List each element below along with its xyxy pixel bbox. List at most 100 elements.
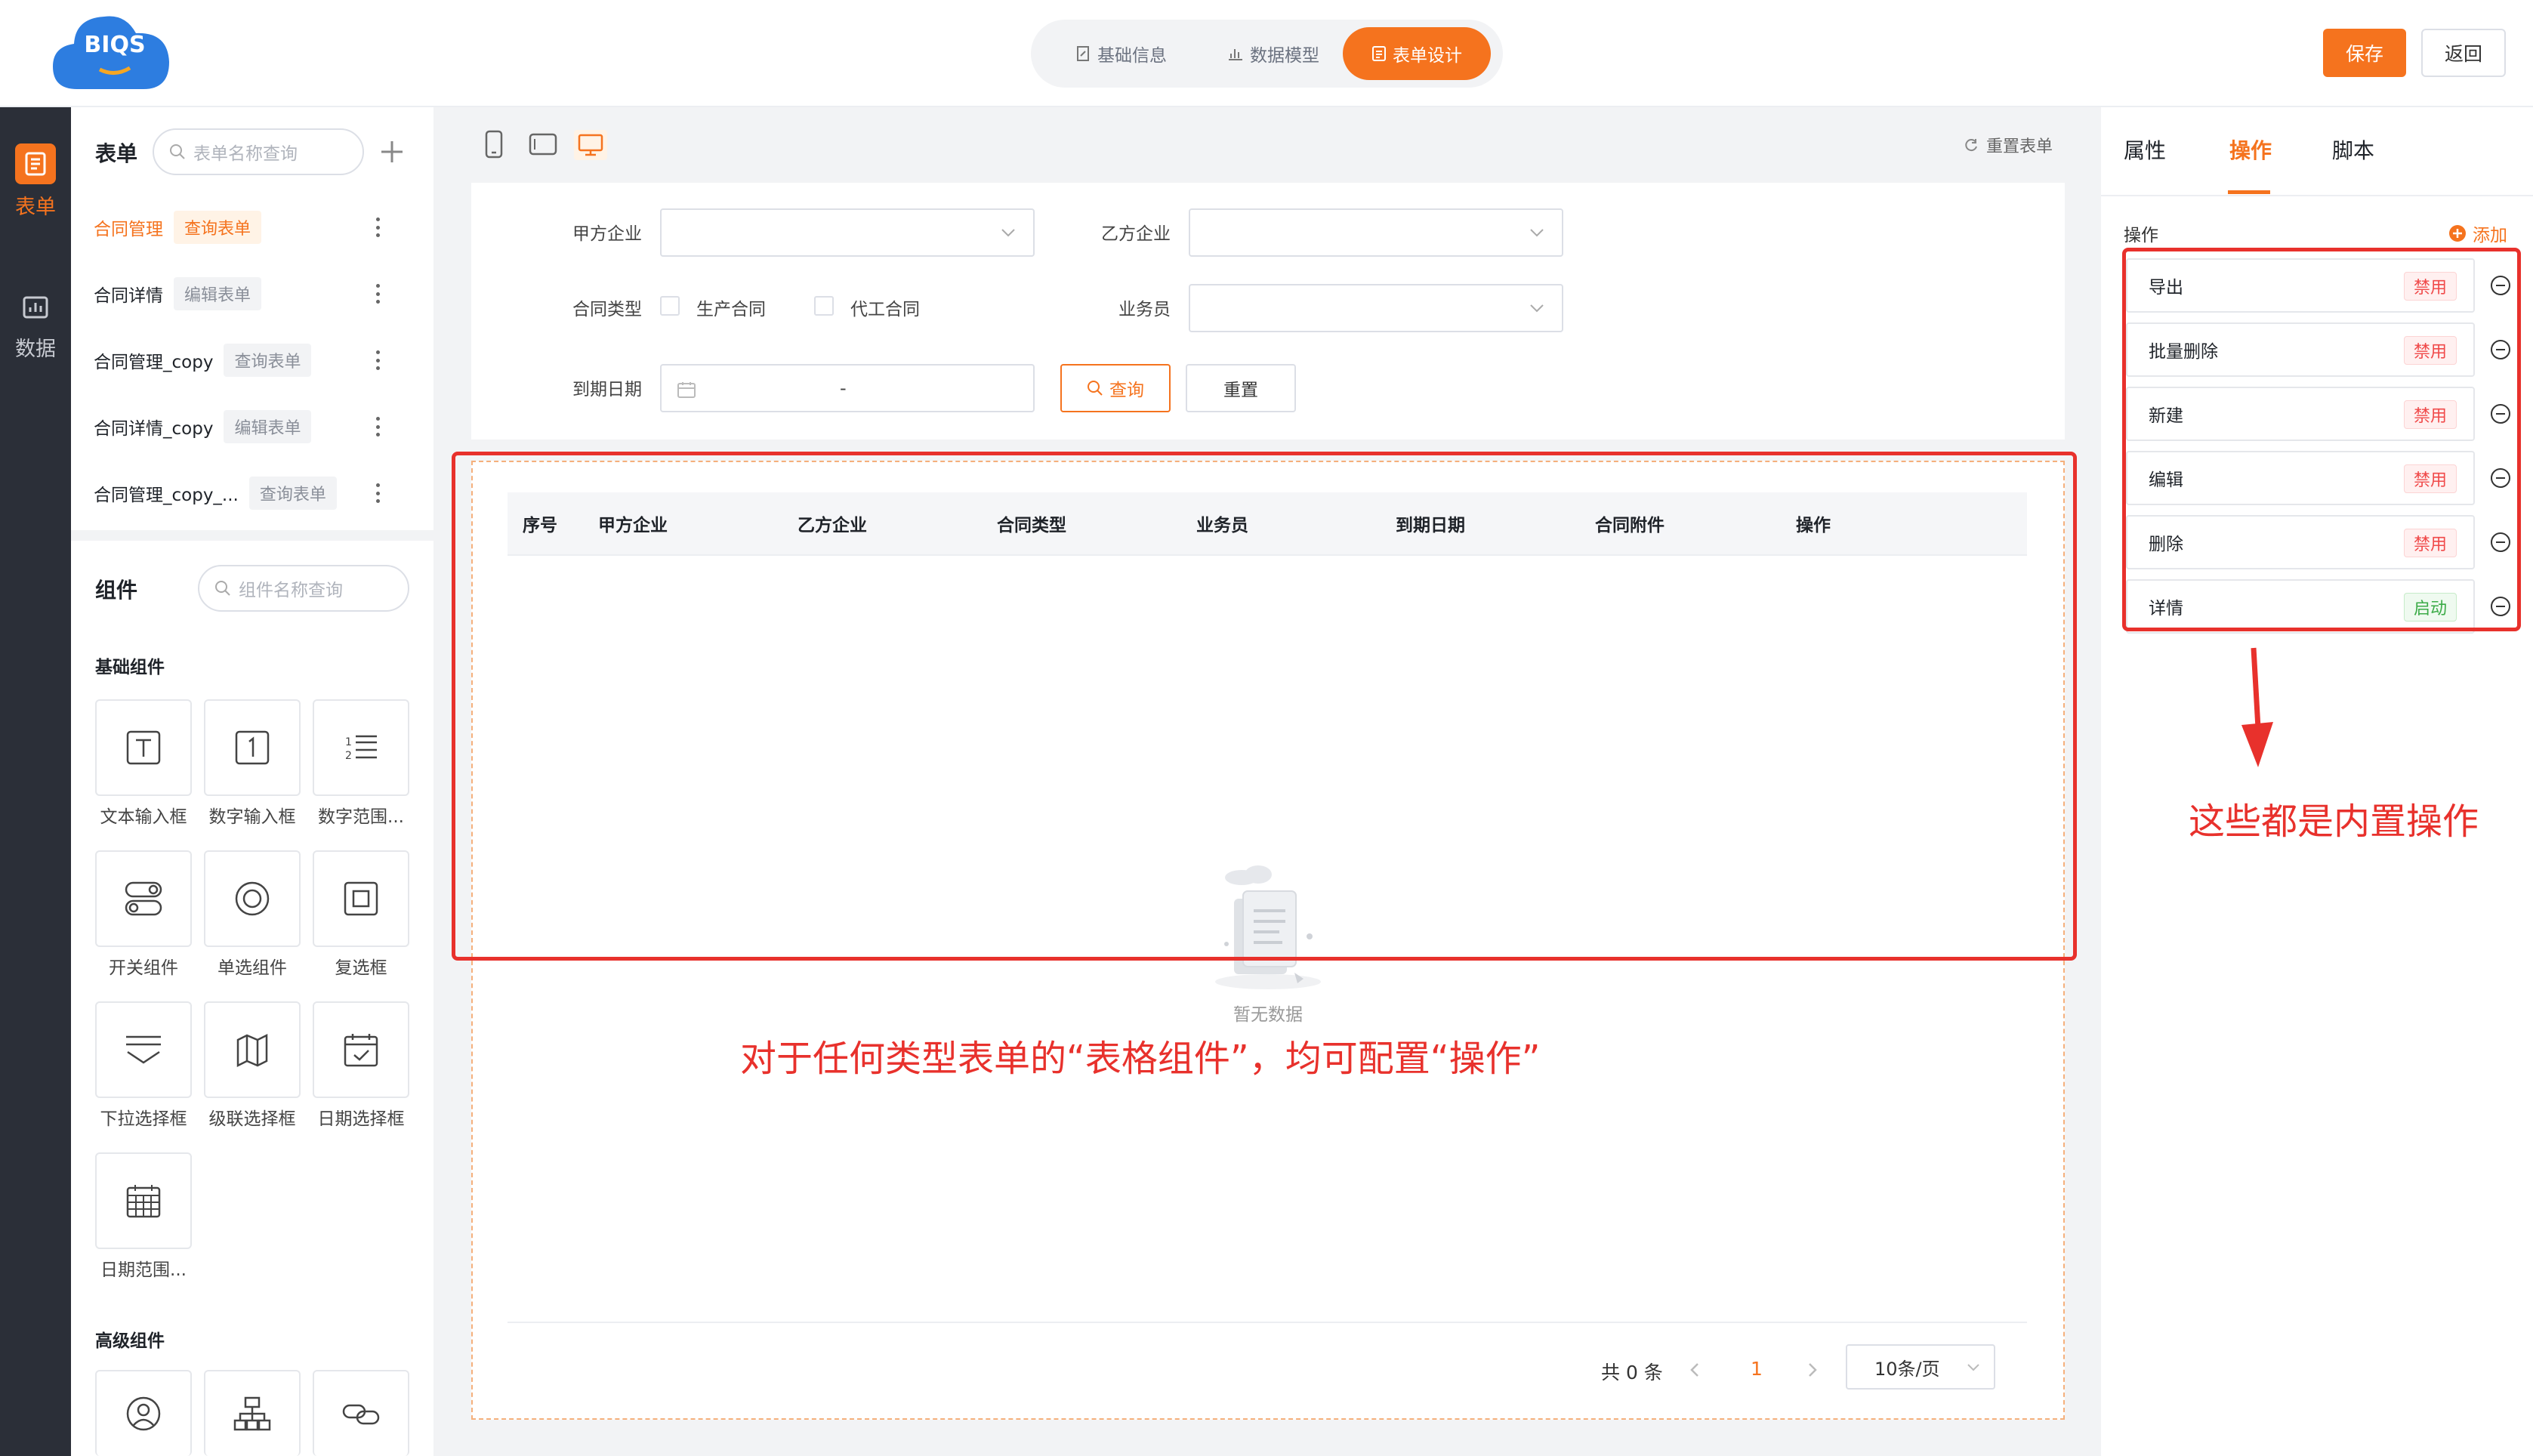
form-list-item[interactable]: 合同详情_copy 编辑表单: [94, 403, 411, 450]
chevron-down-icon: [1967, 1364, 1979, 1371]
more-icon[interactable]: [376, 417, 381, 436]
form-list-item[interactable]: 合同详情 编辑表单: [94, 270, 411, 317]
tablet-view-icon[interactable]: [529, 133, 557, 156]
tab-form-design[interactable]: 表单设计: [1343, 27, 1491, 80]
form-list-item[interactable]: 合同管理_copy_... 查询表单: [94, 470, 411, 517]
add-operation-label: 添加: [2473, 226, 2507, 245]
salesman-label: 业务员: [1118, 300, 1171, 319]
salesman-select[interactable]: [1189, 284, 1563, 332]
component-label: 日期范围...: [100, 1260, 187, 1280]
component-label: 文本输入框: [100, 807, 187, 827]
component-date-picker[interactable]: [313, 1001, 409, 1098]
page-number[interactable]: 1: [1751, 1358, 1763, 1380]
tab-properties[interactable]: 属性: [2124, 134, 2166, 165]
component-number-range[interactable]: 12: [313, 699, 409, 796]
rail-item-data[interactable]: 数据: [0, 288, 71, 362]
next-page-icon[interactable]: [1806, 1361, 1819, 1379]
rail-item-form[interactable]: 表单: [0, 143, 71, 220]
component-text-input[interactable]: [95, 699, 192, 796]
add-operation-button[interactable]: 添加: [2448, 221, 2507, 246]
basic-components-title: 基础组件: [95, 658, 165, 677]
component-label: 日期选择框: [317, 1109, 405, 1129]
chevron-down-icon: [1530, 304, 1544, 313]
component-switch[interactable]: [95, 850, 192, 947]
link-icon: [342, 1404, 380, 1425]
prev-page-icon[interactable]: [1689, 1361, 1701, 1379]
text-input-icon: [126, 730, 161, 765]
form-icon: [15, 143, 56, 184]
tab-data-model-label: 数据模型: [1250, 46, 1319, 66]
panel-divider: [2101, 195, 2533, 196]
empty-text: 暂无数据: [1233, 1005, 1303, 1025]
tab-operations[interactable]: 操作: [2229, 134, 2272, 165]
logo[interactable]: BIQS: [47, 8, 175, 92]
switch-icon: [125, 881, 162, 916]
component-radio[interactable]: [204, 850, 301, 947]
form-search-input[interactable]: 表单名称查询: [153, 128, 364, 175]
desktop-view-icon[interactable]: [574, 130, 607, 160]
oem-contract-checkbox[interactable]: [814, 296, 834, 316]
form-list-item[interactable]: 合同管理 查询表单: [94, 204, 411, 251]
party-b-label: 乙方企业: [1101, 224, 1171, 244]
left-rail: 表单 数据: [0, 107, 71, 1456]
svg-text:1: 1: [345, 736, 352, 748]
contract-type-label: 合同类型: [572, 300, 642, 319]
page-size-select[interactable]: 10条/页: [1846, 1344, 1995, 1390]
form-item-tag: 编辑表单: [224, 410, 312, 443]
add-form-icon[interactable]: [379, 139, 405, 165]
tab-form-design-label: 表单设计: [1393, 46, 1462, 66]
panel-divider: [71, 530, 433, 541]
more-icon[interactable]: [376, 483, 381, 503]
component-label: 复选框: [335, 958, 387, 978]
due-date-range-picker[interactable]: -: [660, 364, 1035, 412]
more-icon[interactable]: [376, 284, 381, 304]
more-icon[interactable]: [376, 350, 381, 370]
component-date-range[interactable]: [95, 1152, 192, 1249]
mobile-view-icon[interactable]: [483, 130, 504, 159]
component-user[interactable]: [95, 1370, 192, 1456]
component-label: 开关组件: [109, 958, 178, 978]
number-range-icon: 12: [345, 735, 377, 762]
calendar-icon: [677, 382, 696, 398]
pagination-total: 共 0 条: [1601, 1362, 1663, 1384]
components-title: 组件: [95, 578, 138, 603]
party-a-label: 甲方企业: [572, 224, 642, 244]
logo-text: BIQS: [84, 32, 146, 58]
document-edit-icon: [1076, 45, 1091, 62]
tab-basic-info-label: 基础信息: [1097, 46, 1167, 66]
refresh-icon: [1965, 139, 1977, 152]
component-number-input[interactable]: [204, 699, 301, 796]
reset-form-button[interactable]: 重置表单: [1964, 133, 2053, 157]
form-list-item[interactable]: 合同管理_copy 查询表单: [94, 337, 411, 384]
radio-icon: [235, 881, 270, 916]
forms-panel: 表单 表单名称查询 合同管理 查询表单 合同详情 编辑表单 合同管理_copy …: [71, 107, 433, 1456]
form-item-tag: 编辑表单: [174, 277, 262, 310]
date-picker-icon: [344, 1034, 378, 1067]
back-button[interactable]: 返回: [2421, 29, 2506, 77]
component-org-chart[interactable]: [204, 1370, 301, 1456]
reset-button[interactable]: 重置: [1186, 364, 1296, 412]
component-link[interactable]: [313, 1370, 409, 1456]
party-b-select[interactable]: [1189, 208, 1563, 257]
query-label: 查询: [1109, 381, 1144, 400]
svg-text:2: 2: [345, 750, 352, 762]
search-icon: [169, 143, 186, 160]
tab-data-model[interactable]: 数据模型: [1209, 27, 1337, 80]
more-icon[interactable]: [376, 217, 381, 237]
component-search-input[interactable]: 组件名称查询: [198, 565, 409, 612]
component-label: 数字范围...: [318, 807, 404, 827]
tab-basic-info[interactable]: 基础信息: [1061, 27, 1182, 80]
component-checkbox[interactable]: [313, 850, 409, 947]
tab-script[interactable]: 脚本: [2332, 134, 2374, 165]
query-button[interactable]: 查询: [1060, 364, 1171, 412]
component-dropdown[interactable]: [95, 1001, 192, 1098]
component-label: 下拉选择框: [100, 1109, 187, 1129]
highlight-box-operations: [2122, 248, 2521, 631]
save-button[interactable]: 保存: [2323, 29, 2406, 77]
component-cascader[interactable]: [204, 1001, 301, 1098]
form-item-tag: 查询表单: [248, 477, 337, 510]
production-contract-checkbox[interactable]: [660, 296, 680, 316]
advanced-components-title: 高级组件: [95, 1331, 165, 1351]
oem-contract-label: 代工合同: [850, 300, 920, 319]
party-a-select[interactable]: [660, 208, 1035, 257]
